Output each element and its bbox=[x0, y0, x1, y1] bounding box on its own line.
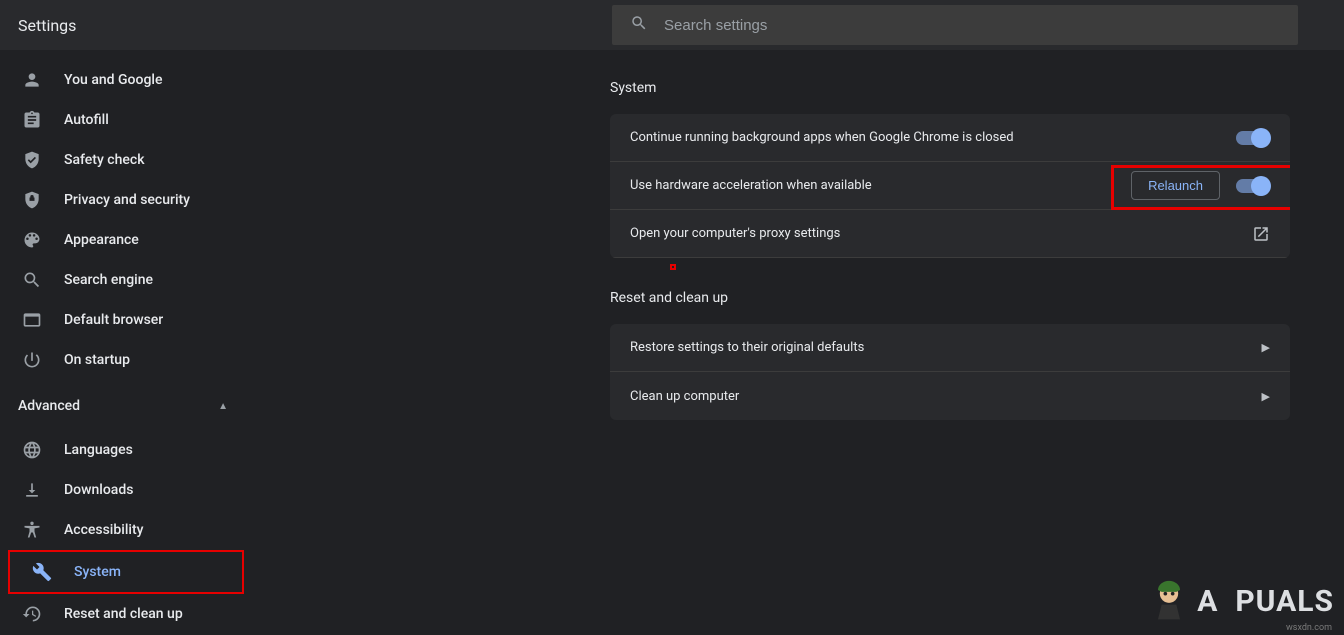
row-clean-up[interactable]: Clean up computer ▶ bbox=[610, 372, 1290, 420]
sidebar: You and Google Autofill Safety check Pri… bbox=[0, 50, 250, 635]
reset-card: Restore settings to their original defau… bbox=[610, 324, 1290, 420]
palette-icon bbox=[22, 230, 42, 250]
watermark-sub: wsxdn.com bbox=[1286, 623, 1332, 633]
sidebar-item-label: Reset and clean up bbox=[64, 606, 183, 622]
sidebar-item-search-engine[interactable]: Search engine bbox=[0, 260, 250, 300]
row-restore-defaults[interactable]: Restore settings to their original defau… bbox=[610, 324, 1290, 372]
sidebar-item-label: Safety check bbox=[64, 152, 145, 168]
chevron-right-icon: ▶ bbox=[1262, 390, 1270, 403]
sidebar-item-appearance[interactable]: Appearance bbox=[0, 220, 250, 260]
watermark-text-a: A bbox=[1197, 584, 1218, 619]
chevron-up-icon: ▲ bbox=[218, 401, 228, 412]
chevron-right-icon: ▶ bbox=[1262, 341, 1270, 354]
sidebar-item-label: Autofill bbox=[64, 112, 109, 128]
sidebar-item-label: Appearance bbox=[64, 232, 139, 248]
mascot-icon bbox=[1147, 579, 1191, 623]
sidebar-item-autofill[interactable]: Autofill bbox=[0, 100, 250, 140]
sidebar-item-label: Accessibility bbox=[64, 522, 143, 538]
sidebar-item-label: System bbox=[74, 564, 121, 580]
search-icon bbox=[22, 270, 42, 290]
sidebar-item-label: Languages bbox=[64, 442, 133, 458]
row-hardware-acceleration[interactable]: Use hardware acceleration when available… bbox=[610, 162, 1290, 210]
download-icon bbox=[22, 480, 42, 500]
sidebar-item-system[interactable]: System bbox=[10, 552, 242, 592]
search-input[interactable] bbox=[664, 17, 1280, 34]
power-icon bbox=[22, 350, 42, 370]
sidebar-item-downloads[interactable]: Downloads bbox=[0, 470, 250, 510]
sidebar-item-label: Downloads bbox=[64, 482, 133, 498]
sidebar-item-languages[interactable]: Languages bbox=[0, 430, 250, 470]
annotation-highlight-sidebar: System bbox=[8, 550, 244, 594]
advanced-label: Advanced bbox=[18, 398, 80, 414]
content-area: System Continue running background apps … bbox=[250, 50, 1344, 635]
top-bar: Settings bbox=[0, 0, 1344, 50]
sidebar-item-on-startup[interactable]: On startup bbox=[0, 340, 250, 380]
row-label: Use hardware acceleration when available bbox=[630, 178, 1131, 193]
search-icon bbox=[630, 14, 648, 36]
sidebar-item-label: On startup bbox=[64, 352, 130, 368]
external-link-icon bbox=[1252, 225, 1270, 243]
shield-check-icon bbox=[22, 150, 42, 170]
toggle-background-apps[interactable] bbox=[1236, 131, 1270, 145]
watermark-text-b: PUALS bbox=[1235, 584, 1334, 619]
toggle-hardware-acceleration[interactable] bbox=[1236, 179, 1270, 193]
shield-icon bbox=[22, 190, 42, 210]
section-title-reset: Reset and clean up bbox=[610, 290, 1290, 306]
sidebar-item-accessibility[interactable]: Accessibility bbox=[0, 510, 250, 550]
globe-icon bbox=[22, 440, 42, 460]
sidebar-item-reset[interactable]: Reset and clean up bbox=[0, 594, 250, 634]
section-title-system: System bbox=[610, 80, 1290, 96]
annotation-marker bbox=[670, 264, 676, 270]
sidebar-item-safety-check[interactable]: Safety check bbox=[0, 140, 250, 180]
watermark: A PUALS bbox=[1147, 579, 1334, 623]
sidebar-item-default-browser[interactable]: Default browser bbox=[0, 300, 250, 340]
restore-icon bbox=[22, 604, 42, 624]
sidebar-item-label: Default browser bbox=[64, 312, 163, 328]
sidebar-item-label: Search engine bbox=[64, 272, 153, 288]
relaunch-button[interactable]: Relaunch bbox=[1131, 171, 1220, 200]
search-field[interactable] bbox=[612, 5, 1298, 45]
sidebar-item-you-and-google[interactable]: You and Google bbox=[0, 60, 250, 100]
browser-icon bbox=[22, 310, 42, 330]
clipboard-icon bbox=[22, 110, 42, 130]
person-icon bbox=[22, 70, 42, 90]
sidebar-item-label: Privacy and security bbox=[64, 192, 190, 208]
row-label: Restore settings to their original defau… bbox=[630, 340, 1262, 355]
row-label: Continue running background apps when Go… bbox=[630, 130, 1236, 145]
wrench-icon bbox=[32, 562, 52, 582]
accessibility-icon bbox=[22, 520, 42, 540]
sidebar-item-privacy[interactable]: Privacy and security bbox=[0, 180, 250, 220]
page-title: Settings bbox=[18, 16, 612, 35]
row-background-apps[interactable]: Continue running background apps when Go… bbox=[610, 114, 1290, 162]
row-label: Clean up computer bbox=[630, 389, 1262, 404]
advanced-toggle[interactable]: Advanced ▲ bbox=[0, 386, 250, 426]
sidebar-item-label: You and Google bbox=[64, 72, 162, 88]
row-label: Open your computer's proxy settings bbox=[630, 226, 1252, 241]
row-proxy-settings[interactable]: Open your computer's proxy settings bbox=[610, 210, 1290, 258]
system-card: Continue running background apps when Go… bbox=[610, 114, 1290, 258]
